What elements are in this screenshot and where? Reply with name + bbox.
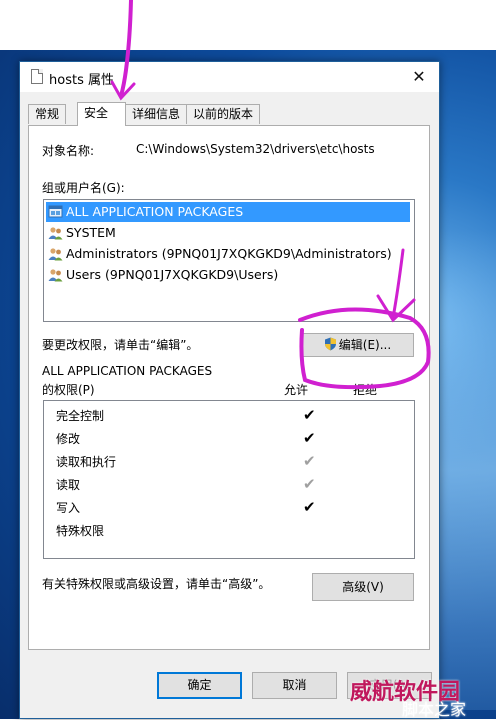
window-title: hosts 属性 <box>49 73 114 88</box>
list-item[interactable]: Administrators (9PNQ01J7XQKGKD9\Administ… <box>46 244 392 264</box>
users-group-icon <box>48 248 63 261</box>
users-group-icon <box>48 227 63 240</box>
advanced-button[interactable]: 高级(V) <box>312 573 414 601</box>
uac-shield-icon <box>324 337 336 351</box>
groups-listbox[interactable]: ALL APPLICATION PACKAGES SYSTEM Administ… <box>43 199 415 322</box>
allow-header: 允许 <box>284 383 309 397</box>
cancel-button[interactable]: 取消 <box>252 672 337 699</box>
close-button[interactable]: ✕ <box>399 62 439 92</box>
allow-checkmark: ✔ <box>303 429 316 447</box>
users-group-icon <box>48 269 63 282</box>
site-watermark: 威航软件园 脚本之家 <box>350 679 467 719</box>
change-permissions-hint: 要更改权限，请单击“编辑”。 <box>42 338 199 352</box>
allow-checkmark: ✔ <box>303 406 316 424</box>
ok-button[interactable]: 确定 <box>157 672 242 699</box>
allow-checkmark: ✔ <box>303 498 316 516</box>
list-item[interactable]: Users (9PNQ01J7XQKGKD9\Users) <box>46 265 278 285</box>
groups-label: 组或用户名(G): <box>42 181 125 195</box>
permissions-list: 完全控制 ✔ 修改 ✔ 读取和执行 ✔ 读取 ✔ 写入 ✔ 特殊权限 <box>43 400 415 559</box>
tab-details[interactable]: 详细信息 <box>125 104 188 124</box>
permission-row: 读取和执行 ✔ <box>56 452 316 470</box>
deny-header: 拒绝 <box>353 383 378 397</box>
permission-row: 修改 ✔ <box>56 429 316 447</box>
tab-previous-versions[interactable]: 以前的版本 <box>186 104 261 124</box>
security-panel: 对象名称: C:\Windows\System32\drivers\etc\ho… <box>28 125 430 650</box>
allow-checkmark-inherited: ✔ <box>303 452 316 470</box>
permission-row: 写入 ✔ <box>56 498 316 516</box>
permission-row: 读取 ✔ <box>56 475 316 493</box>
tab-general[interactable]: 常规 <box>28 104 67 124</box>
permission-row: 完全控制 ✔ <box>56 406 316 424</box>
list-item[interactable]: SYSTEM <box>46 223 116 243</box>
app-packages-icon <box>48 205 63 218</box>
permissions-title: ALL APPLICATION PACKAGES <box>42 364 213 378</box>
list-item[interactable]: ALL APPLICATION PACKAGES <box>46 202 410 222</box>
edit-button[interactable]: 编辑(E)... <box>301 333 414 357</box>
object-name-value: C:\Windows\System32\drivers\etc\hosts <box>136 142 375 156</box>
file-icon <box>31 69 43 84</box>
title-bar[interactable]: hosts 属性 ✕ <box>20 62 439 92</box>
advanced-hint: 有关特殊权限或高级设置，请单击“高级”。 <box>42 577 271 591</box>
tab-security[interactable]: 安全 <box>77 102 126 126</box>
permission-row: 特殊权限 <box>56 524 105 538</box>
allow-checkmark-inherited: ✔ <box>303 475 316 493</box>
object-name-label: 对象名称: <box>42 144 95 158</box>
properties-dialog: hosts 属性 ✕ 常规 安全 详细信息 以前的版本 对象名称: C:\Win… <box>19 61 440 719</box>
permissions-subtitle: 的权限(P) <box>42 383 95 397</box>
